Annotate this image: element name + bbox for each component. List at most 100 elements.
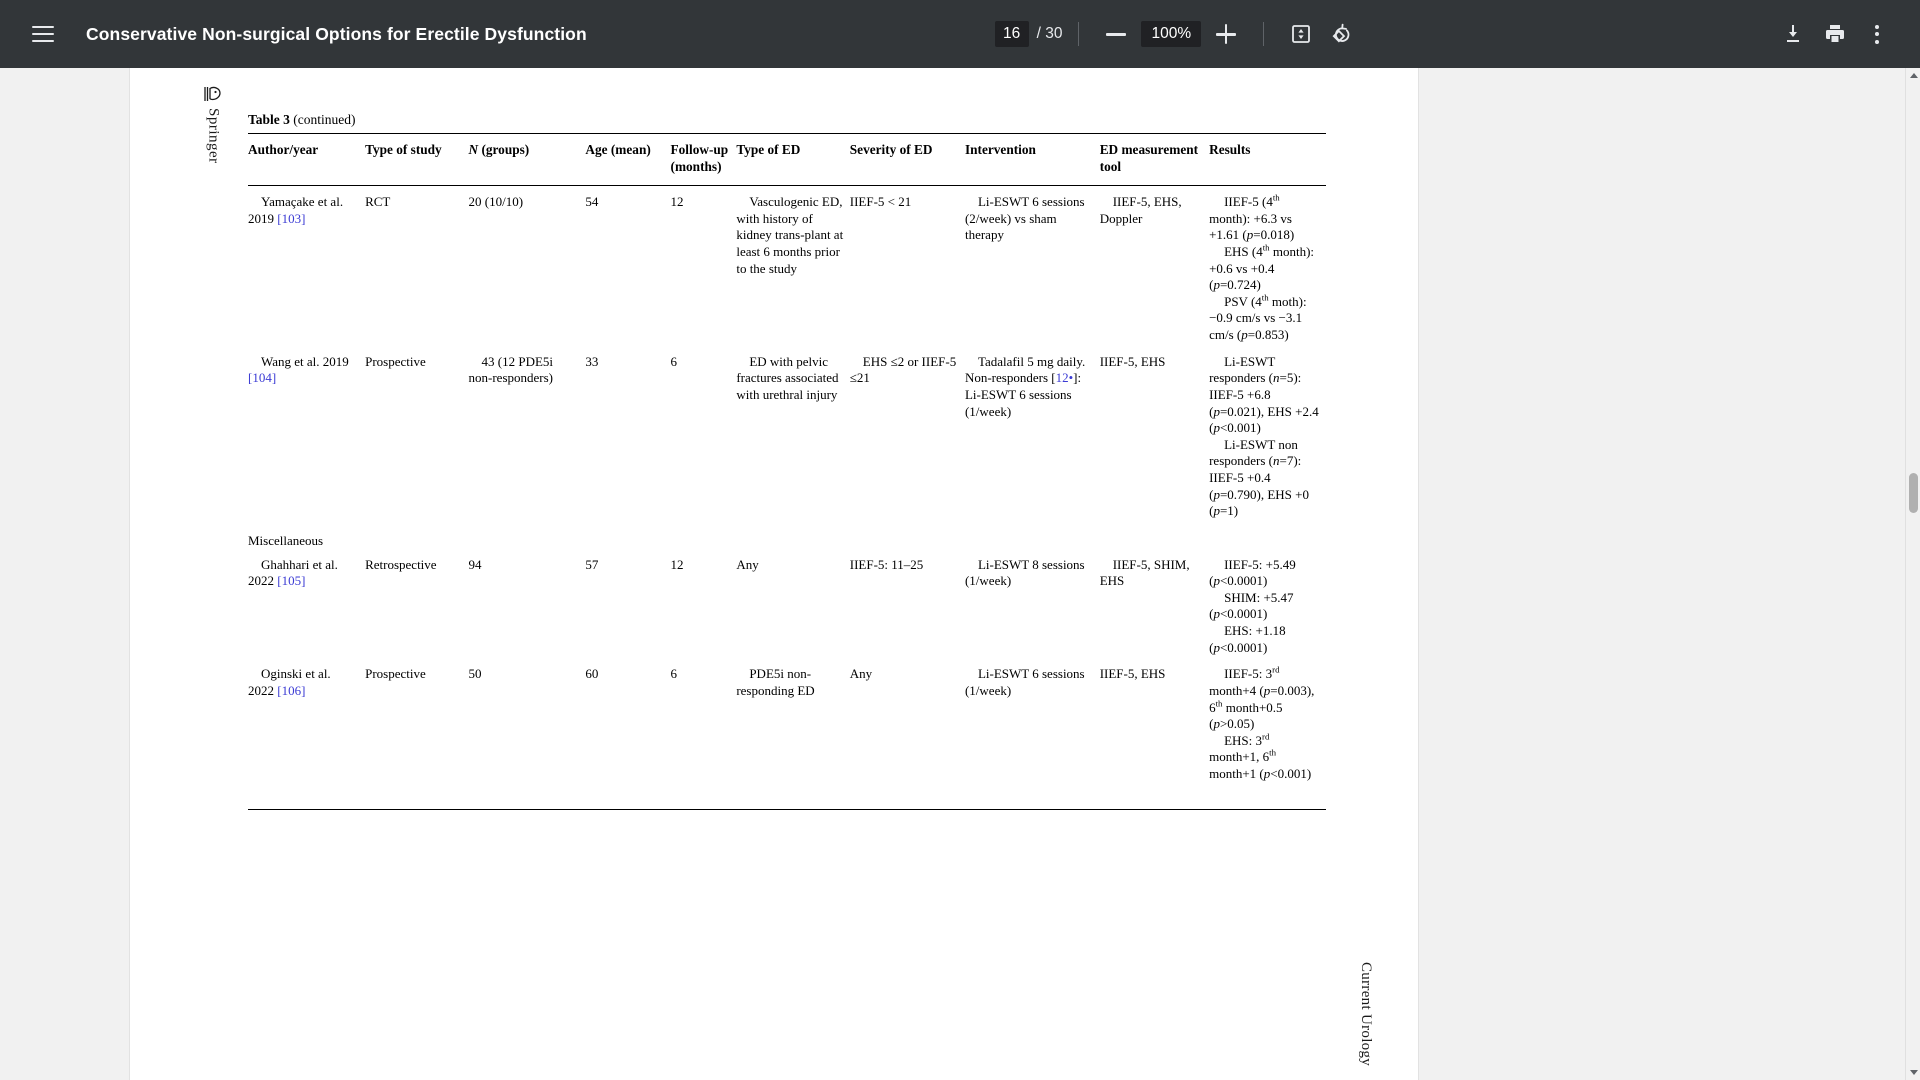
vertical-scrollbar[interactable] [1905,68,1920,1080]
cell-type-of-study: Prospective [365,666,426,682]
table-row: Ghahhari et al. 2022 [105] Retrospective … [248,552,1326,662]
column-header-age-mean: Age (mean) [585,132,671,187]
cell-n-groups: 50 [468,666,482,682]
journal-name-label: Current Urology [1358,961,1374,1066]
hamburger-menu-icon[interactable] [22,13,64,55]
cell-results: IIEF-5: 3rd month+4 (p=0.003), 6th month… [1209,664,1315,782]
cell-author-year: Oginski et al. 2022 [106] [248,666,331,698]
cell-severity-of-ed: IIEF-5: 11–25 [849,556,924,572]
column-header-n-groups: N (groups) [468,132,586,187]
page-number-input[interactable] [994,21,1029,47]
table-row: Wang et al. 2019 [104] Prospective 43 (1… [248,349,1326,525]
hamburger-bar-3 [32,40,54,42]
print-icon[interactable] [1814,13,1856,55]
table-header-row: Author/year Type of study N (groups) Age… [248,132,1326,187]
table-caption-number: Table 3 [248,112,290,127]
cell-ed-measurement-tool: IIEF-5, EHS [1099,353,1166,369]
cell-results: IIEF-5 (4th month): +6.3 vs +1.61 (p=0.0… [1209,192,1315,343]
cell-type-of-ed: PDE5i non-responding ED [736,666,815,698]
cell-age-mean: 60 [585,666,599,682]
springer-logo: Springer [198,84,228,164]
column-header-type-of-study: Type of study [365,132,469,187]
cell-type-of-study: Prospective [365,353,426,369]
springer-label: Springer [205,108,222,164]
table-bottom-rule [248,798,1326,810]
cell-author-year: Wang et al. 2019 [104] [248,353,349,386]
column-header-author-year: Author/year [248,132,366,187]
toolbar-divider-1 [1078,22,1080,46]
scroll-up-arrow-icon[interactable] [1906,68,1920,83]
kebab-dot-3 [1875,39,1879,44]
column-header-type-of-ed: Type of ED [736,132,850,187]
hamburger-bars [32,26,54,42]
cell-type-of-study: RCT [365,194,391,210]
column-header-ed-measurement-tool: ED measurement tool [1099,132,1210,187]
reference-link[interactable]: [104] [248,370,276,385]
cell-n-groups: 43 (12 PDE5i non-responders) [468,353,554,386]
cell-severity-of-ed: Any [849,666,873,682]
cell-type-of-study: Retrospective [365,556,437,572]
hamburger-bar-1 [32,26,54,28]
cell-results: IIEF-5: +5.49 (p<0.0001) SHIM: +5.47 (p<… [1209,556,1296,655]
page-navigation-group: / 30 [994,21,1063,47]
cell-n-groups: 94 [468,556,482,572]
cell-intervention: Li-ESWT 6 sessions (2/week) vs sham ther… [964,194,1085,243]
cell-severity-of-ed: IIEF-5 < 21 [849,194,912,210]
zoom-in-icon[interactable] [1205,13,1247,55]
cell-followup: 12 [670,194,684,210]
cell-n-groups: 20 (10/10) [468,194,524,210]
column-header-followup: Follow-up (months) [670,132,737,187]
table-body: Yamaçake et al. 2019 [103] RCT 20 (10/10)… [248,186,1326,810]
more-options-kebab-icon[interactable] [1856,13,1898,55]
cell-followup: 6 [670,353,678,369]
table-section-row: Miscellaneous [248,525,1326,552]
kebab-dot-1 [1875,24,1879,29]
springer-knight-icon [204,86,221,101]
table-3: Author/year Type of study N (groups) Age… [248,132,1326,810]
reference-link[interactable]: [105] [277,573,305,588]
zoom-level-label[interactable]: 100% [1141,21,1202,47]
cell-results: Li-ESWT responders (n=5): IIEF-5 +6.8 (p… [1209,353,1319,519]
table-row: Oginski et al. 2022 [106] Prospective 50 … [248,661,1326,798]
cell-age-mean: 54 [585,194,599,210]
table-caption-continued: (continued) [293,112,356,127]
cell-ed-measurement-tool: IIEF-5, EHS [1099,666,1166,682]
table-head: Author/year Type of study N (groups) Age… [248,132,1326,187]
cell-author-year: Yamaçake et al. 2019 [103] [248,194,344,226]
pdf-viewer-area[interactable]: Springer Current Urology Table 3 (contin… [0,68,1920,1080]
kebab-dot-2 [1875,32,1879,36]
column-header-intervention: Intervention [964,132,1100,187]
table-3-container: Table 3 (continued) Author/year Type of … [248,112,1326,810]
cell-type-of-ed: Vasculogenic ED, with history of kidney … [736,194,844,276]
cell-intervention: Li-ESWT 8 sessions (1/week) [964,556,1085,589]
scroll-down-arrow-icon[interactable] [1906,1065,1920,1080]
cell-intervention: Tadalafil 5 mg daily. Non-responders [12… [964,353,1086,419]
section-label-miscellaneous: Miscellaneous [248,532,324,548]
cell-followup: 6 [670,666,678,682]
document-title: Conservative Non-surgical Options for Er… [86,23,587,44]
hamburger-bar-2 [32,33,54,35]
cell-followup: 12 [670,556,684,572]
reference-link[interactable]: 12• [1056,370,1074,385]
cell-age-mean: 33 [585,353,599,369]
cell-ed-measurement-tool: IIEF-5, EHS, Doppler [1099,194,1182,226]
zoom-out-icon[interactable] [1095,13,1137,55]
pdf-viewer-toolbar: Conservative Non-surgical Options for Er… [0,0,1920,68]
scrollbar-thumb[interactable] [1909,473,1918,513]
page-total-label: / 30 [1036,25,1063,42]
cell-type-of-ed: Any [736,556,759,572]
cell-age-mean: 57 [585,556,599,572]
fit-to-page-icon[interactable] [1280,13,1322,55]
rotate-counterclockwise-icon[interactable] [1322,13,1364,55]
column-header-severity-of-ed: Severity of ED [849,132,965,187]
kebab-dots [1875,24,1879,44]
cell-type-of-ed: ED with pelvic fractures associated with… [736,353,839,402]
cell-ed-measurement-tool: IIEF-5, SHIM, EHS [1099,556,1190,589]
cell-severity-of-ed: EHS ≤2 or IIEF-5 ≤21 [849,353,957,386]
cell-author-year: Ghahhari et al. 2022 [105] [248,556,338,589]
download-icon[interactable] [1772,13,1814,55]
table-row: Yamaçake et al. 2019 [103] RCT 20 (10/10)… [248,186,1326,349]
reference-link[interactable]: [103] [277,211,305,226]
toolbar-divider-2 [1263,22,1265,46]
reference-link[interactable]: [106] [277,683,305,698]
